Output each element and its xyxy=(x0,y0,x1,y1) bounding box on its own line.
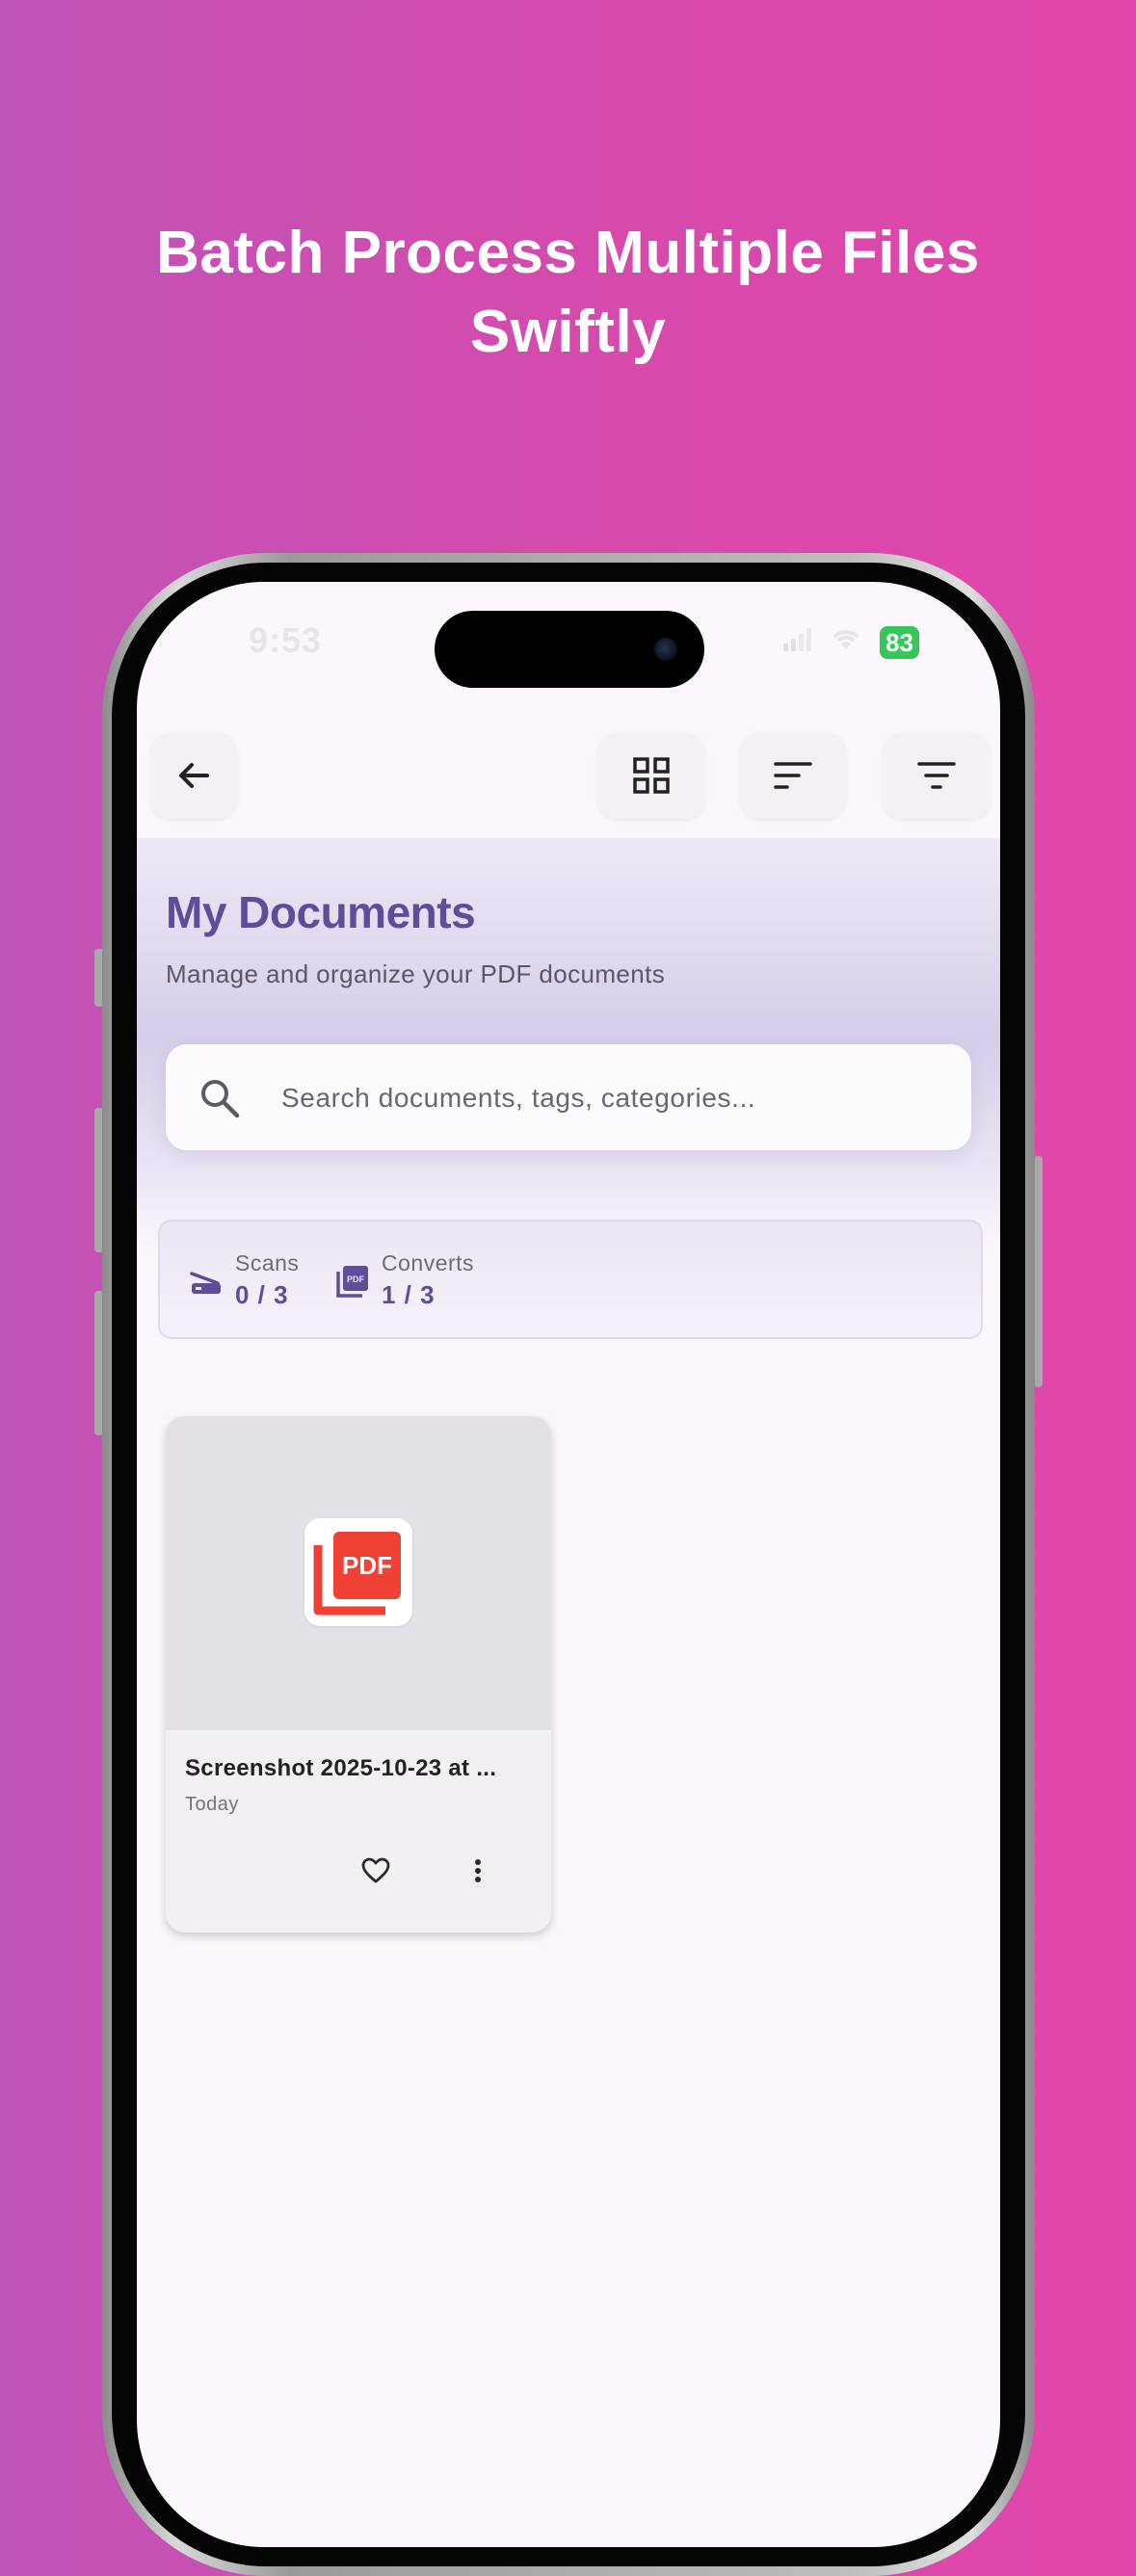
document-name: Screenshot 2025-10-23 at ... xyxy=(185,1755,497,1781)
promo-headline-line1: Batch Process Multiple Files xyxy=(156,220,980,286)
scans-label: Scans xyxy=(235,1250,300,1275)
promo-headline: Batch Process Multiple Files Swiftly xyxy=(0,214,1136,372)
converts-quota: PDF Converts 1 / 3 xyxy=(335,1250,474,1310)
page-subtitle: Manage and organize your PDF documents xyxy=(166,959,666,988)
page-title: My Documents xyxy=(166,887,476,937)
arrow-back-icon xyxy=(179,763,209,788)
search-icon xyxy=(201,1080,240,1118)
status-indicators: 83 xyxy=(783,626,919,659)
phone-screen: 9:53 83 My Documents Manage and organize… xyxy=(137,582,1000,2547)
svg-text:PDF: PDF xyxy=(347,1275,365,1284)
sort-button[interactable] xyxy=(740,732,846,819)
search-bar[interactable] xyxy=(166,1044,971,1150)
front-camera-icon xyxy=(654,638,677,661)
converts-label: Converts xyxy=(382,1250,475,1275)
grid-view-button[interactable] xyxy=(597,732,705,819)
heart-icon xyxy=(361,1857,390,1883)
wifi-icon xyxy=(830,626,862,659)
top-app-bar xyxy=(137,717,1000,838)
pdf-badge-text: PDF xyxy=(342,1551,392,1580)
document-date: Today xyxy=(185,1794,239,1815)
usage-quota-card: Scans 0 / 3 PDF Converts 1 / 3 xyxy=(158,1220,983,1339)
documents-header: My Documents Manage and organize your PD… xyxy=(137,838,1000,1252)
scans-quota: Scans 0 / 3 xyxy=(189,1250,299,1310)
filter-icon xyxy=(917,762,956,789)
scans-value: 0 / 3 xyxy=(235,1280,289,1309)
battery-indicator: 83 xyxy=(880,626,919,659)
favorite-button[interactable] xyxy=(353,1848,399,1894)
filter-button[interactable] xyxy=(883,732,991,819)
scanner-icon xyxy=(190,1272,221,1294)
grid-view-icon xyxy=(633,757,670,794)
more-options-button[interactable] xyxy=(459,1848,497,1894)
back-button[interactable] xyxy=(150,732,237,819)
document-card[interactable]: PDF Screenshot 2025-10-23 at ... Today xyxy=(166,1416,551,1932)
dynamic-island xyxy=(435,611,704,688)
promo-headline-line2: Swiftly xyxy=(469,299,667,365)
search-input[interactable] xyxy=(279,1071,938,1125)
status-time: 9:53 xyxy=(249,620,323,660)
document-thumbnail[interactable]: PDF xyxy=(166,1416,551,1730)
sort-icon xyxy=(774,762,812,789)
cellular-signal-icon xyxy=(783,626,812,659)
converts-value: 1 / 3 xyxy=(382,1280,436,1309)
pdf-file-icon: PDF xyxy=(304,1518,412,1626)
more-vert-icon xyxy=(475,1859,481,1882)
pdf-convert-icon: PDF xyxy=(336,1266,368,1298)
